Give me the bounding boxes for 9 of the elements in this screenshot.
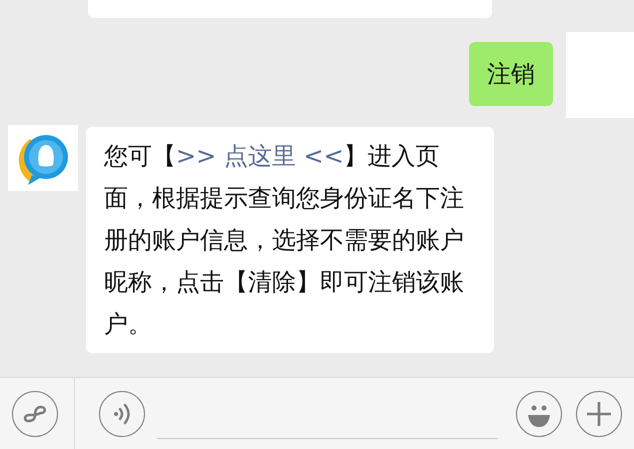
avatar-icon[interactable] — [8, 125, 78, 191]
plus-icon — [585, 400, 613, 428]
link[interactable]: >> 点这里 << — [176, 142, 344, 170]
message-bubble: 注销 — [469, 42, 553, 106]
message-bubble: 您可【>> 点这里 <<】进入页面，根据提示查询您身份证名下注册的账户信息，选择不需要的账户昵称，点击【清除】即可注销该账户。 — [86, 127, 494, 353]
add-button[interactable] — [576, 390, 622, 436]
voice-button[interactable] — [99, 390, 145, 436]
emoji-button[interactable] — [516, 390, 562, 436]
mini-program-button[interactable] — [12, 390, 58, 436]
